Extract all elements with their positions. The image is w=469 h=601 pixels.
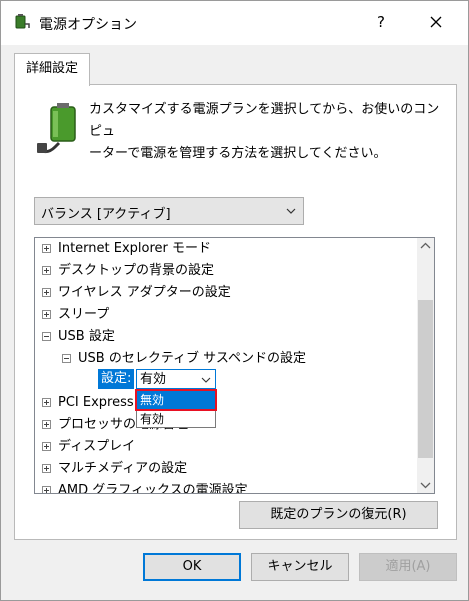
expand-icon[interactable] bbox=[42, 266, 51, 275]
tree-item-internet-explorer[interactable]: Internet Explorer モード bbox=[42, 238, 211, 260]
tree-item-pci-express[interactable]: PCI Express bbox=[42, 392, 134, 414]
tree-item-usb-settings[interactable]: USB 設定 bbox=[42, 326, 115, 348]
tree-item-label: ワイヤレス アダプターの設定 bbox=[58, 285, 231, 300]
dropdown-option-disabled[interactable]: 無効 bbox=[135, 389, 217, 411]
settings-tree: Internet Explorer モード デスクトップの背景の設定 ワイヤレス… bbox=[34, 237, 435, 494]
expand-icon[interactable] bbox=[42, 464, 51, 473]
tree-item-amd-graphics[interactable]: AMD グラフィックスの電源設定 bbox=[42, 480, 248, 494]
tree-item-desktop-background[interactable]: デスクトップの背景の設定 bbox=[42, 260, 214, 282]
power-plan-value: バランス [アクティブ] bbox=[41, 207, 171, 222]
tree-item-label: ディスプレイ bbox=[58, 439, 136, 454]
tab-advanced-settings[interactable]: 詳細設定 bbox=[14, 53, 90, 86]
expand-icon[interactable] bbox=[42, 310, 51, 319]
power-plan-select[interactable]: バランス [アクティブ] bbox=[34, 197, 304, 225]
collapse-icon[interactable] bbox=[62, 354, 71, 363]
scroll-up-icon[interactable] bbox=[417, 238, 434, 255]
tree-item-usb-selective-suspend[interactable]: USB のセレクティブ サスペンドの設定 bbox=[62, 348, 306, 370]
scrollbar-thumb[interactable] bbox=[418, 300, 433, 458]
tree-item-label: マルチメディアの設定 bbox=[58, 461, 188, 476]
expand-icon[interactable] bbox=[42, 244, 51, 253]
setting-value: 有効 bbox=[140, 372, 167, 387]
tree-item-label: デスクトップの背景の設定 bbox=[58, 263, 215, 278]
chevron-down-icon bbox=[201, 377, 211, 383]
tree-scrollbar[interactable] bbox=[417, 238, 434, 493]
tree-item-label: AMD グラフィックスの電源設定 bbox=[58, 483, 248, 494]
restore-defaults-button[interactable]: 既定のプランの復元(R) bbox=[239, 501, 438, 529]
expand-icon[interactable] bbox=[42, 420, 51, 429]
dropdown-option-enabled[interactable]: 有効 bbox=[137, 410, 215, 428]
title-bar: 電源オプション ? bbox=[1, 1, 468, 45]
tree-item-display[interactable]: ディスプレイ bbox=[42, 436, 135, 458]
expand-icon[interactable] bbox=[42, 288, 51, 297]
close-icon[interactable] bbox=[423, 9, 449, 35]
tree-item-sleep[interactable]: スリープ bbox=[42, 304, 109, 326]
advanced-settings-panel: カスタマイズする電源プランを選択してから、お使いのコンピュ ーターで電源を管理す… bbox=[14, 84, 457, 540]
tree-item-label: USB 設定 bbox=[58, 329, 115, 344]
collapse-icon[interactable] bbox=[42, 332, 51, 341]
tree-item-label: Internet Explorer モード bbox=[58, 241, 212, 256]
window-title: 電源オプション bbox=[39, 17, 137, 33]
description-line-2: ーターで電源を管理する方法を選択してください。 bbox=[89, 146, 387, 161]
battery-plug-icon bbox=[37, 103, 76, 154]
expand-icon[interactable] bbox=[42, 442, 51, 451]
cancel-button[interactable]: キャンセル bbox=[251, 553, 349, 581]
panel-description: カスタマイズする電源プランを選択してから、お使いのコンピュ ーターで電源を管理す… bbox=[89, 99, 449, 165]
setting-label: 設定: bbox=[98, 369, 135, 389]
tree-item-label: USB のセレクティブ サスペンドの設定 bbox=[78, 351, 307, 366]
tree-item-label: スリープ bbox=[58, 307, 110, 322]
tree-item-label: PCI Express bbox=[58, 395, 134, 410]
setting-value-combobox[interactable]: 有効 bbox=[136, 369, 216, 389]
scroll-down-icon[interactable] bbox=[417, 476, 434, 493]
description-line-1: カスタマイズする電源プランを選択してから、お使いのコンピュ bbox=[89, 102, 440, 139]
chevron-down-icon bbox=[286, 208, 296, 214]
ok-button[interactable]: OK bbox=[143, 553, 241, 581]
apply-button[interactable]: 適用(A) bbox=[359, 553, 457, 581]
power-options-dialog: 電源オプション ? 詳細設定 カスタマイズする電源プランを選択してから、お使いの… bbox=[0, 0, 469, 601]
tree-item-multimedia[interactable]: マルチメディアの設定 bbox=[42, 458, 187, 480]
power-options-icon bbox=[15, 14, 30, 29]
expand-icon[interactable] bbox=[42, 398, 51, 407]
expand-icon[interactable] bbox=[42, 486, 51, 493]
help-button[interactable]: ? bbox=[371, 11, 391, 33]
tree-item-wireless-adapter[interactable]: ワイヤレス アダプターの設定 bbox=[42, 282, 231, 304]
setting-dropdown-list: 無効 有効 bbox=[135, 389, 217, 428]
